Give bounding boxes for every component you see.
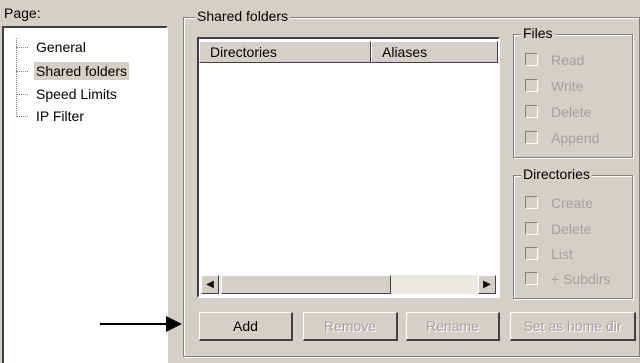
checkbox-box[interactable]	[525, 131, 538, 144]
set-home-dir-button[interactable]: Set as home dir	[510, 312, 636, 341]
tree-connector	[16, 38, 17, 115]
checkbox-label: Create	[551, 195, 594, 211]
rename-button[interactable]: Rename	[406, 312, 500, 341]
checkbox-box[interactable]	[525, 247, 538, 260]
scroll-right-icon[interactable]: ▶	[478, 275, 496, 294]
checkbox-box[interactable]	[525, 105, 538, 118]
checkbox-label: Append	[551, 130, 600, 146]
page-tree[interactable]: General Shared folders Speed Limits IP F…	[2, 26, 168, 363]
add-button[interactable]: Add	[199, 312, 293, 341]
tree-connector	[16, 94, 28, 95]
shared-folders-list[interactable]: Directories Aliases ◀ ▶	[197, 37, 500, 298]
tree-connector	[16, 47, 28, 48]
column-header-directories[interactable]: Directories	[199, 41, 371, 63]
tree-connector	[16, 71, 28, 72]
tree-item-general[interactable]: General	[34, 38, 88, 56]
checkbox-box[interactable]	[525, 79, 538, 92]
tree-item-speed-limits[interactable]: Speed Limits	[34, 85, 119, 103]
directories-group-title: Directories	[521, 166, 592, 182]
arrow-right-icon	[166, 316, 182, 332]
checkbox-box[interactable]	[525, 196, 538, 209]
checkbox-box[interactable]	[525, 222, 538, 235]
checkbox-box[interactable]	[525, 53, 538, 66]
horizontal-scrollbar[interactable]: ◀ ▶	[201, 275, 496, 294]
page-label: Page:	[4, 5, 41, 21]
scroll-thumb[interactable]	[221, 275, 391, 294]
pointer-arrow-shaft	[100, 323, 166, 325]
tree-item-ip-filter[interactable]: IP Filter	[34, 107, 86, 125]
remove-button[interactable]: Remove	[303, 312, 398, 341]
tree-connector	[16, 116, 28, 117]
column-header-aliases[interactable]: Aliases	[371, 41, 498, 63]
checkbox-label: List	[551, 246, 573, 262]
checkbox-label: Delete	[551, 221, 592, 237]
scroll-left-icon[interactable]: ◀	[201, 275, 219, 294]
checkbox-label: Read	[551, 52, 585, 68]
files-group-title: Files	[521, 25, 555, 41]
checkbox-box[interactable]	[525, 272, 538, 285]
checkbox-label: Write	[551, 78, 584, 94]
checkbox-label: + Subdirs	[551, 271, 611, 287]
tree-item-shared-folders[interactable]: Shared folders	[34, 62, 130, 80]
checkbox-label: Delete	[551, 104, 592, 120]
shared-folders-title: Shared folders	[195, 8, 291, 24]
